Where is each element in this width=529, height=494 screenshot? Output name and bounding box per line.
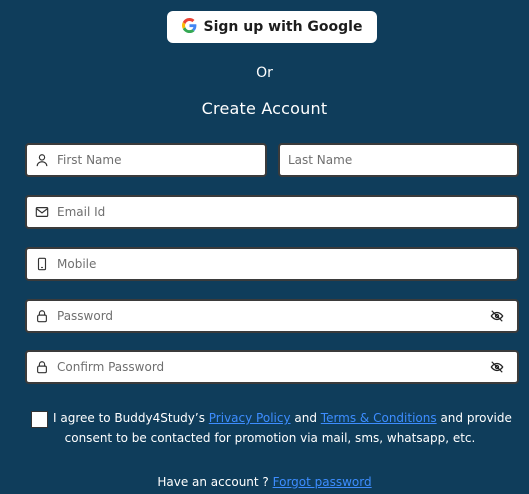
person-icon: [34, 152, 50, 168]
email-field-wrapper: [25, 195, 519, 229]
or-divider-text: Or: [256, 65, 273, 81]
first-name-input[interactable]: [57, 145, 265, 175]
first-name-field-wrapper: [25, 143, 267, 177]
agreement-consent-text: consent to be contacted for promotion vi…: [64, 431, 476, 445]
mobile-input[interactable]: [57, 249, 517, 279]
last-name-input[interactable]: [288, 145, 517, 175]
agreement-and: and: [290, 411, 321, 425]
password-field-wrapper: [25, 299, 519, 333]
mail-icon: [34, 204, 50, 220]
agreement-text: I agree to Buddy4Study’s Privacy Policy …: [53, 411, 512, 425]
terms-conditions-link[interactable]: Terms & Conditions: [321, 411, 437, 425]
confirm-password-input[interactable]: [57, 352, 489, 382]
mobile-icon: [34, 256, 50, 272]
email-input[interactable]: [57, 197, 517, 227]
agreement-prefix: I agree to Buddy4Study’s: [53, 411, 209, 425]
google-icon: [181, 17, 197, 37]
have-account-text: Have an account ?: [157, 475, 273, 489]
google-signup-label: Sign up with Google: [203, 19, 363, 35]
eye-off-icon[interactable]: [489, 308, 505, 324]
forgot-password-link[interactable]: Forgot password: [273, 475, 372, 489]
lock-icon: [34, 308, 50, 324]
mobile-field-wrapper: [25, 247, 519, 281]
have-account-footer: Have an account ? Forgot password: [0, 475, 529, 489]
password-input[interactable]: [57, 301, 489, 331]
confirm-password-field-wrapper: [25, 350, 519, 384]
privacy-policy-link[interactable]: Privacy Policy: [209, 411, 291, 425]
page-title: Create Account: [201, 99, 328, 118]
agreement-suffix: and provide: [436, 411, 512, 425]
agree-checkbox[interactable]: [31, 411, 48, 428]
last-name-field-wrapper: [278, 143, 519, 177]
google-signup-button[interactable]: Sign up with Google: [167, 11, 377, 43]
lock-icon: [34, 359, 50, 375]
eye-off-icon[interactable]: [489, 359, 505, 375]
